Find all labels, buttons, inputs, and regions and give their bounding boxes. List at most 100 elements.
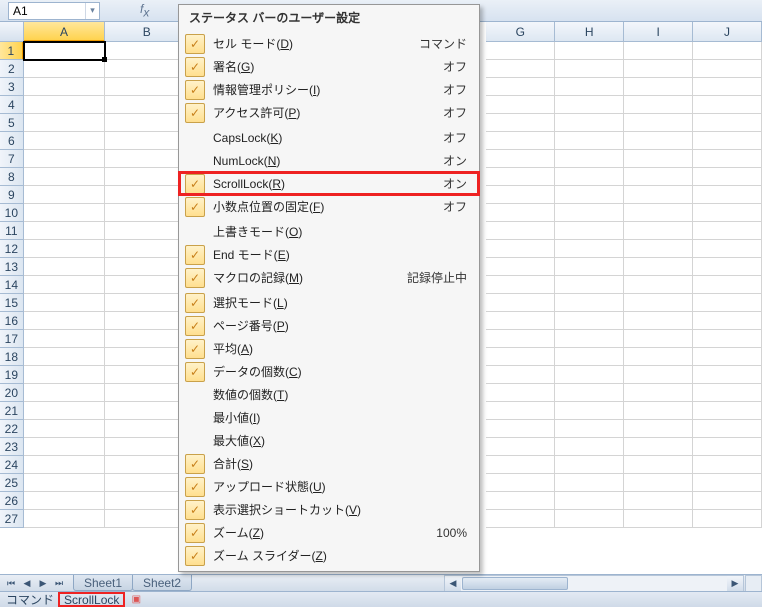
row-header[interactable]: 10	[0, 204, 24, 222]
cell[interactable]	[105, 96, 189, 114]
cell[interactable]	[693, 510, 762, 528]
cell[interactable]	[693, 168, 762, 186]
row-header[interactable]: 2	[0, 60, 24, 78]
menu-item[interactable]: ✓平均(A)	[179, 337, 479, 360]
select-all-corner[interactable]	[0, 22, 24, 42]
cell[interactable]	[105, 384, 189, 402]
cell[interactable]	[486, 96, 555, 114]
cell[interactable]	[24, 240, 106, 258]
cell[interactable]	[24, 402, 106, 420]
cell[interactable]	[693, 276, 762, 294]
cell[interactable]	[693, 96, 762, 114]
cell[interactable]	[105, 42, 189, 60]
cell[interactable]	[693, 294, 762, 312]
cell[interactable]	[693, 186, 762, 204]
menu-item[interactable]: ✓上書きモード(O)	[179, 220, 479, 243]
cell[interactable]	[24, 60, 106, 78]
sheet-tab-1[interactable]: Sheet1	[73, 575, 133, 591]
cell[interactable]	[624, 312, 693, 330]
fx-icon[interactable]: fx	[140, 2, 149, 19]
cell[interactable]	[555, 60, 624, 78]
cell[interactable]	[693, 114, 762, 132]
scroll-left-icon[interactable]: ◀	[445, 576, 461, 591]
menu-item[interactable]: ✓最大値(X)	[179, 429, 479, 452]
row-header[interactable]: 3	[0, 78, 24, 96]
cell[interactable]	[555, 294, 624, 312]
cell[interactable]	[693, 330, 762, 348]
row-header[interactable]: 5	[0, 114, 24, 132]
cell[interactable]	[24, 492, 106, 510]
cell[interactable]	[624, 240, 693, 258]
cell[interactable]	[486, 222, 555, 240]
row-header[interactable]: 7	[0, 150, 24, 168]
menu-item[interactable]: ✓署名(G)オフ	[179, 55, 479, 78]
cell[interactable]	[24, 168, 106, 186]
cell[interactable]	[105, 150, 189, 168]
cell[interactable]	[24, 222, 106, 240]
cell[interactable]	[105, 348, 189, 366]
cell[interactable]	[624, 420, 693, 438]
cell[interactable]	[693, 150, 762, 168]
cell[interactable]	[693, 312, 762, 330]
cell[interactable]	[486, 312, 555, 330]
cell[interactable]	[105, 276, 189, 294]
cell[interactable]	[555, 492, 624, 510]
cell[interactable]	[105, 258, 189, 276]
cell[interactable]	[486, 240, 555, 258]
cell[interactable]	[555, 240, 624, 258]
cell[interactable]	[486, 258, 555, 276]
cell[interactable]	[486, 492, 555, 510]
cell[interactable]	[555, 330, 624, 348]
cell[interactable]	[24, 348, 106, 366]
cell[interactable]	[624, 366, 693, 384]
cell[interactable]	[555, 204, 624, 222]
cell[interactable]	[105, 456, 189, 474]
cell[interactable]	[555, 384, 624, 402]
chevron-down-icon[interactable]: ▾	[85, 3, 99, 19]
cell[interactable]	[624, 222, 693, 240]
cell[interactable]	[624, 402, 693, 420]
cell[interactable]	[693, 474, 762, 492]
cell[interactable]	[24, 330, 106, 348]
row-header[interactable]: 21	[0, 402, 24, 420]
row-header[interactable]: 14	[0, 276, 24, 294]
cell[interactable]	[693, 204, 762, 222]
cell[interactable]	[624, 330, 693, 348]
row-header[interactable]: 25	[0, 474, 24, 492]
cell[interactable]	[486, 402, 555, 420]
menu-item[interactable]: ✓End モード(E)	[179, 243, 479, 266]
cell[interactable]	[486, 78, 555, 96]
row-header[interactable]: 8	[0, 168, 24, 186]
row-header[interactable]: 9	[0, 186, 24, 204]
cell[interactable]	[624, 258, 693, 276]
row-header[interactable]: 4	[0, 96, 24, 114]
menu-item[interactable]: ✓アップロード状態(U)	[179, 475, 479, 498]
menu-item[interactable]: ✓表示選択ショートカット(V)	[179, 498, 479, 521]
macro-record-icon[interactable]: ▣	[129, 593, 143, 607]
cell[interactable]	[555, 366, 624, 384]
cell[interactable]	[105, 312, 189, 330]
menu-item[interactable]: ✓マクロの記録(M)記録停止中	[179, 266, 479, 289]
cell[interactable]	[24, 456, 106, 474]
cell[interactable]	[555, 474, 624, 492]
row-header[interactable]: 11	[0, 222, 24, 240]
cell[interactable]	[624, 294, 693, 312]
cell[interactable]	[555, 114, 624, 132]
cell[interactable]	[486, 114, 555, 132]
cell[interactable]	[624, 204, 693, 222]
cell[interactable]	[24, 132, 106, 150]
cell[interactable]	[555, 402, 624, 420]
cell[interactable]	[105, 330, 189, 348]
cell[interactable]	[24, 150, 106, 168]
cell[interactable]	[24, 420, 106, 438]
cell[interactable]	[24, 186, 106, 204]
cell[interactable]	[555, 276, 624, 294]
cell[interactable]	[624, 96, 693, 114]
cell[interactable]	[24, 510, 106, 528]
column-header[interactable]: A	[24, 22, 106, 42]
column-header[interactable]: J	[693, 22, 762, 42]
cell[interactable]	[105, 78, 189, 96]
cell[interactable]	[624, 492, 693, 510]
row-header[interactable]: 12	[0, 240, 24, 258]
cell[interactable]	[105, 222, 189, 240]
